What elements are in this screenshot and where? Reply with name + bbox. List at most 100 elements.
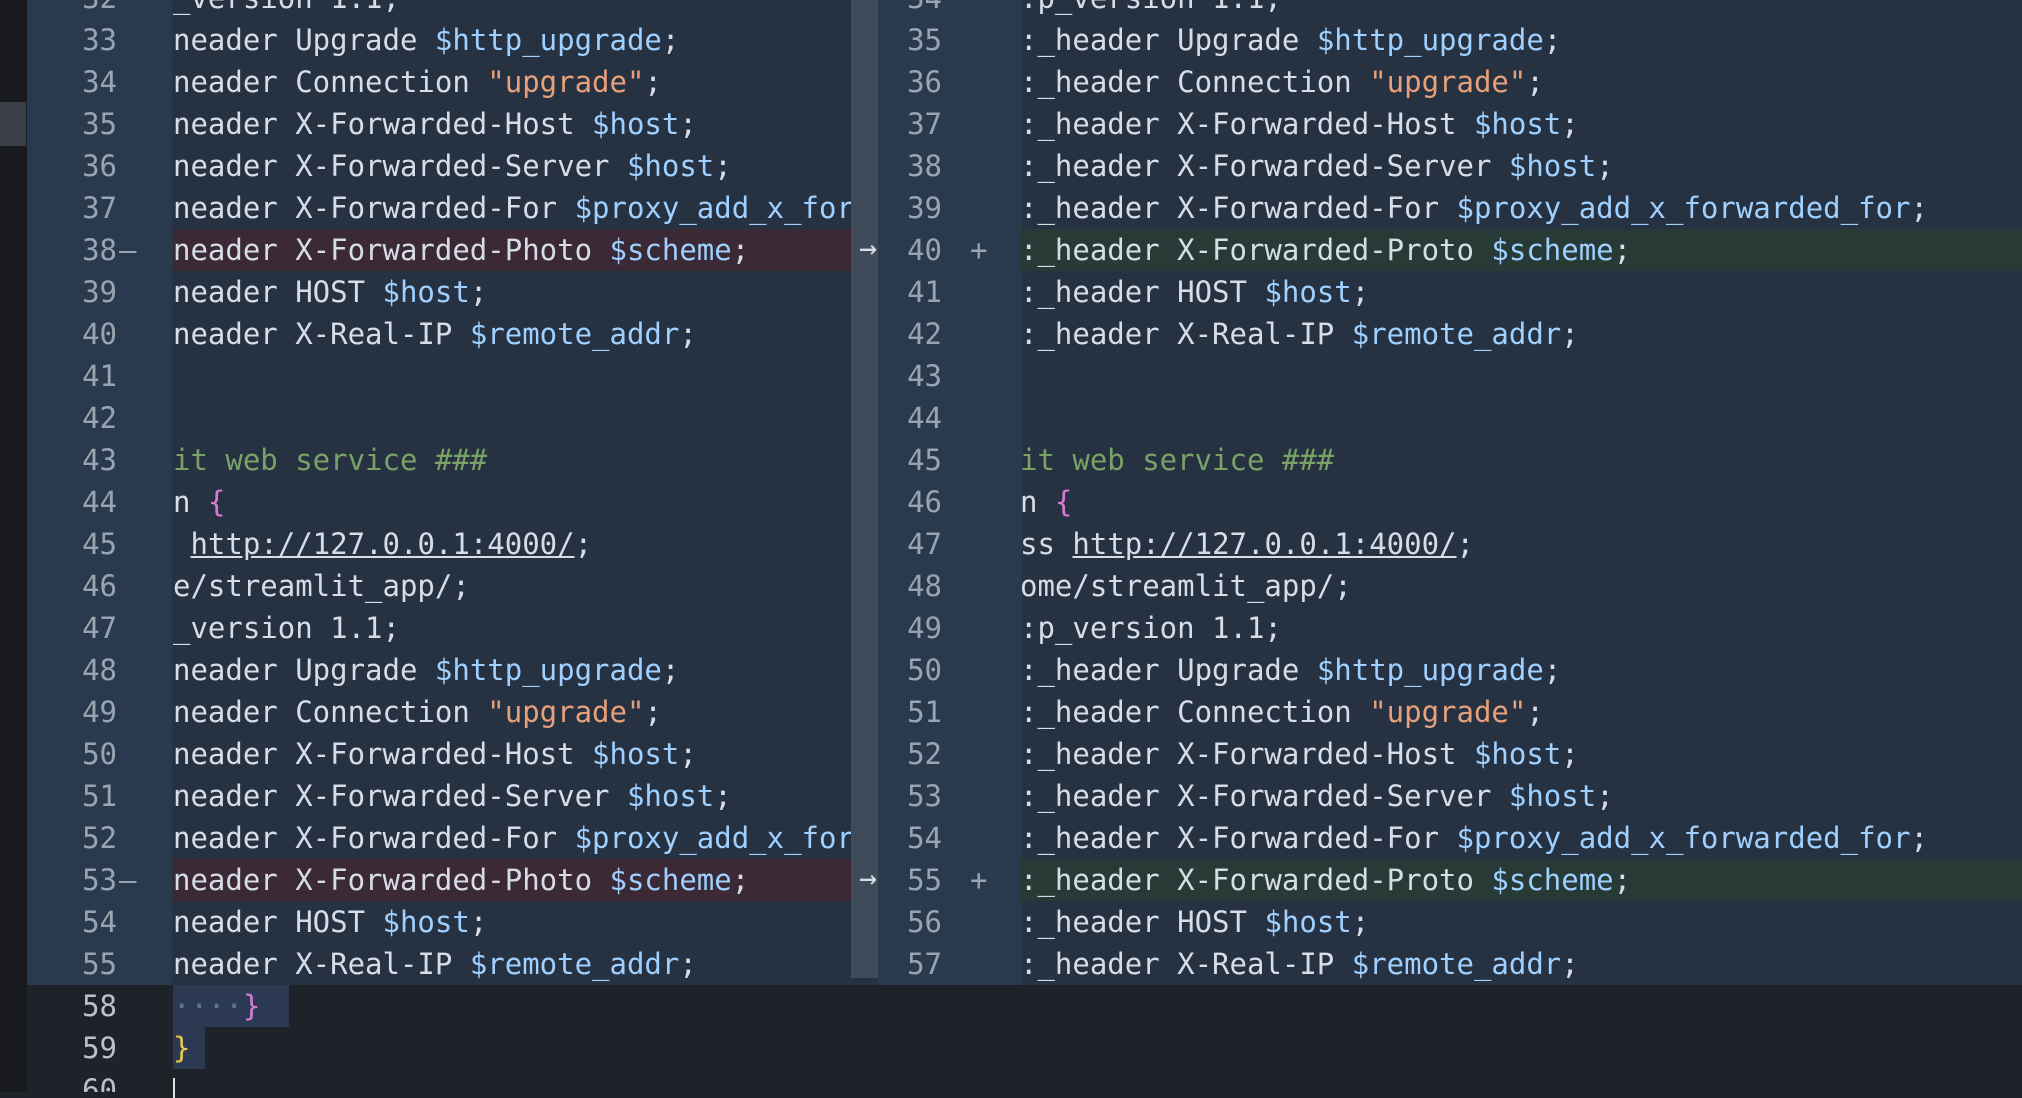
diff-line[interactable]: 35:_header Upgrade $http_upgrade; bbox=[878, 19, 2022, 61]
code-text[interactable]: :_header X-Forwarded-Proto $scheme; bbox=[1020, 859, 1631, 901]
diff-pane-modified[interactable]: 34:p_version 1.1; 35:_header Upgrade $htt… bbox=[878, 0, 2022, 985]
diff-line[interactable]: 48 ome/streamlit_app/; bbox=[878, 565, 2022, 607]
code-text[interactable]: neader X-Forwarded-Photo $scheme; bbox=[173, 229, 749, 271]
editor-line[interactable]: 58 ····} bbox=[27, 985, 2022, 1027]
code-text[interactable]: neader Upgrade $http_upgrade; bbox=[173, 19, 679, 61]
diff-line-removed[interactable]: 53— neader X-Forwarded-Photo $scheme; bbox=[82, 859, 851, 901]
diff-line[interactable]: 57:_header X-Real-IP $remote_addr; bbox=[878, 943, 2022, 985]
diff-line[interactable]: 53:_header X-Forwarded-Server $host; bbox=[878, 775, 2022, 817]
code-text[interactable]: http://127.0.0.1:4000/; bbox=[173, 523, 592, 565]
diff-line[interactable]: 55 neader X-Real-IP $remote_addr; bbox=[27, 943, 851, 985]
code-text[interactable]: e/streamlit_app/; bbox=[173, 565, 470, 607]
code-text[interactable]: ss http://127.0.0.1:4000/; bbox=[1020, 523, 1474, 565]
diff-divider[interactable] bbox=[851, 0, 878, 985]
diff-line[interactable]: 35 neader X-Forwarded-Host $host; bbox=[27, 103, 851, 145]
code-text[interactable]: neader X-Forwarded-For $proxy_add_x_forw… bbox=[173, 187, 851, 229]
code-text[interactable]: :p_version 1.1; bbox=[1020, 0, 1282, 19]
code-text[interactable]: ome/streamlit_app/; bbox=[1020, 565, 1352, 607]
code-text[interactable]: it web service ### bbox=[173, 439, 487, 481]
code-text[interactable]: neader X-Real-IP $remote_addr; bbox=[173, 313, 697, 355]
code-text[interactable]: :_header Upgrade $http_upgrade; bbox=[1020, 649, 1561, 691]
code-text[interactable]: neader X-Forwarded-Host $host; bbox=[173, 103, 697, 145]
code-text[interactable]: neader HOST $host; bbox=[173, 901, 487, 943]
code-text[interactable]: :_header X-Forwarded-Host $host; bbox=[1020, 733, 1579, 775]
code-text[interactable]: :_header X-Forwarded-For $proxy_add_x_fo… bbox=[1020, 187, 1928, 229]
code-text[interactable]: neader X-Forwarded-Photo $scheme; bbox=[173, 859, 749, 901]
code-text[interactable]: it web service ### bbox=[1020, 439, 1334, 481]
code-text[interactable]: _version 1.1; bbox=[173, 607, 400, 649]
code-text[interactable]: :_header X-Forwarded-Host $host; bbox=[1020, 103, 1579, 145]
diff-line[interactable]: 41 bbox=[27, 355, 851, 397]
code-text[interactable]: :_header HOST $host; bbox=[1020, 271, 1369, 313]
diff-line[interactable]: 45 http://127.0.0.1:4000/; bbox=[27, 523, 851, 565]
diff-line[interactable]: 49:p_version 1.1; bbox=[878, 607, 2022, 649]
diff-line[interactable]: 52:_header X-Forwarded-Host $host; bbox=[878, 733, 2022, 775]
diff-line[interactable]: 51 neader X-Forwarded-Server $host; bbox=[27, 775, 851, 817]
diff-line[interactable]: 37 neader X-Forwarded-For $proxy_add_x_fo… bbox=[27, 187, 851, 229]
code-text[interactable]: neader Upgrade $http_upgrade; bbox=[173, 649, 679, 691]
editor-pane[interactable]: 58 ····} 59} 60 bbox=[27, 985, 2022, 1092]
code-text[interactable]: :_header X-Real-IP $remote_addr; bbox=[1020, 313, 1579, 355]
diff-line[interactable]: 41:_header HOST $host; bbox=[878, 271, 2022, 313]
code-text[interactable]: } bbox=[173, 1027, 190, 1069]
diff-line[interactable]: 38:_header X-Forwarded-Server $host; bbox=[878, 145, 2022, 187]
code-text[interactable]: neader Connection "upgrade"; bbox=[173, 691, 662, 733]
diff-line[interactable]: 45 it web service ### bbox=[878, 439, 2022, 481]
diff-line[interactable]: 51:_header Connection "upgrade"; bbox=[878, 691, 2022, 733]
code-text[interactable]: :_header X-Forwarded-Server $host; bbox=[1020, 145, 1614, 187]
scroll-marker[interactable] bbox=[0, 102, 26, 146]
editor-line[interactable]: 60 bbox=[27, 1069, 2022, 1092]
diff-line[interactable]: 44 n { bbox=[27, 481, 851, 523]
code-text[interactable]: :_header Connection "upgrade"; bbox=[1020, 61, 1544, 103]
diff-line[interactable]: 49 neader Connection "upgrade"; bbox=[27, 691, 851, 733]
code-text[interactable]: :_header Upgrade $http_upgrade; bbox=[1020, 19, 1561, 61]
code-text[interactable]: n { bbox=[1020, 481, 1072, 523]
arrow-right-icon[interactable]: → bbox=[859, 858, 877, 900]
code-text[interactable]: neader X-Forwarded-Server $host; bbox=[173, 775, 732, 817]
editor-line[interactable]: 59} bbox=[27, 1027, 2022, 1069]
diff-line[interactable]: 43 it web service ### bbox=[27, 439, 851, 481]
diff-line[interactable]: 44 bbox=[878, 397, 2022, 439]
code-text[interactable]: _version 1.1; bbox=[173, 0, 400, 19]
diff-line-removed[interactable]: 38— neader X-Forwarded-Photo $scheme; bbox=[82, 229, 851, 271]
code-text[interactable]: neader Connection "upgrade"; bbox=[173, 61, 662, 103]
diff-line[interactable]: 34:p_version 1.1; bbox=[878, 0, 2022, 19]
code-text[interactable]: :_header X-Forwarded-Proto $scheme; bbox=[1020, 229, 1631, 271]
code-text[interactable]: neader X-Real-IP $remote_addr; bbox=[173, 943, 697, 985]
diff-line[interactable]: 54 neader HOST $host; bbox=[27, 901, 851, 943]
diff-line[interactable]: 37:_header X-Forwarded-Host $host; bbox=[878, 103, 2022, 145]
code-text[interactable]: :_header X-Forwarded-Server $host; bbox=[1020, 775, 1614, 817]
diff-line[interactable]: 32 _version 1.1; bbox=[27, 0, 851, 19]
code-text[interactable]: n { bbox=[173, 481, 225, 523]
diff-line[interactable]: 47 _version 1.1; bbox=[27, 607, 851, 649]
diff-line[interactable]: 52 neader X-Forwarded-For $proxy_add_x_fo… bbox=[27, 817, 851, 859]
url-link[interactable]: http://127.0.0.1:4000/ bbox=[1072, 527, 1456, 561]
diff-line[interactable]: 50 neader X-Forwarded-Host $host; bbox=[27, 733, 851, 775]
diff-line[interactable]: 42:_header X-Real-IP $remote_addr; bbox=[878, 313, 2022, 355]
code-text[interactable]: neader X-Forwarded-For $proxy_add_x_forw… bbox=[173, 817, 851, 859]
diff-pane-original[interactable]: 32 _version 1.1; 33 neader Upgrade $http_up… bbox=[27, 0, 851, 985]
diff-line[interactable]: 56:_header HOST $host; bbox=[878, 901, 2022, 943]
code-text[interactable]: :_header X-Forwarded-For $proxy_add_x_fo… bbox=[1020, 817, 1928, 859]
diff-line[interactable]: 39:_header X-Forwarded-For $proxy_add_x_… bbox=[878, 187, 2022, 229]
code-text[interactable]: :_header HOST $host; bbox=[1020, 901, 1369, 943]
diff-line[interactable]: 46 e/streamlit_app/; bbox=[27, 565, 851, 607]
diff-line[interactable]: 43 bbox=[878, 355, 2022, 397]
url-link[interactable]: http://127.0.0.1:4000/ bbox=[190, 527, 574, 561]
diff-line-added[interactable]: 55 +:_header X-Forwarded-Proto $scheme; bbox=[907, 859, 2022, 901]
diff-line[interactable]: 36 neader X-Forwarded-Server $host; bbox=[27, 145, 851, 187]
code-text[interactable]: :_header X-Real-IP $remote_addr; bbox=[1020, 943, 1579, 985]
code-text[interactable]: ····} bbox=[173, 985, 260, 1027]
diff-line[interactable]: 36:_header Connection "upgrade"; bbox=[878, 61, 2022, 103]
diff-line[interactable]: 39 neader HOST $host; bbox=[27, 271, 851, 313]
diff-line[interactable]: 33 neader Upgrade $http_upgrade; bbox=[27, 19, 851, 61]
diff-line-added[interactable]: 40 +:_header X-Forwarded-Proto $scheme; bbox=[907, 229, 2022, 271]
diff-line[interactable]: 48 neader Upgrade $http_upgrade; bbox=[27, 649, 851, 691]
diff-line[interactable]: 47 ss http://127.0.0.1:4000/; bbox=[878, 523, 2022, 565]
code-text[interactable]: :p_version 1.1; bbox=[1020, 607, 1282, 649]
code-text[interactable]: :_header Connection "upgrade"; bbox=[1020, 691, 1544, 733]
diff-line[interactable]: 50:_header Upgrade $http_upgrade; bbox=[878, 649, 2022, 691]
diff-line[interactable]: 40 neader X-Real-IP $remote_addr; bbox=[27, 313, 851, 355]
code-text[interactable]: neader X-Forwarded-Host $host; bbox=[173, 733, 697, 775]
diff-line[interactable]: 42 bbox=[27, 397, 851, 439]
